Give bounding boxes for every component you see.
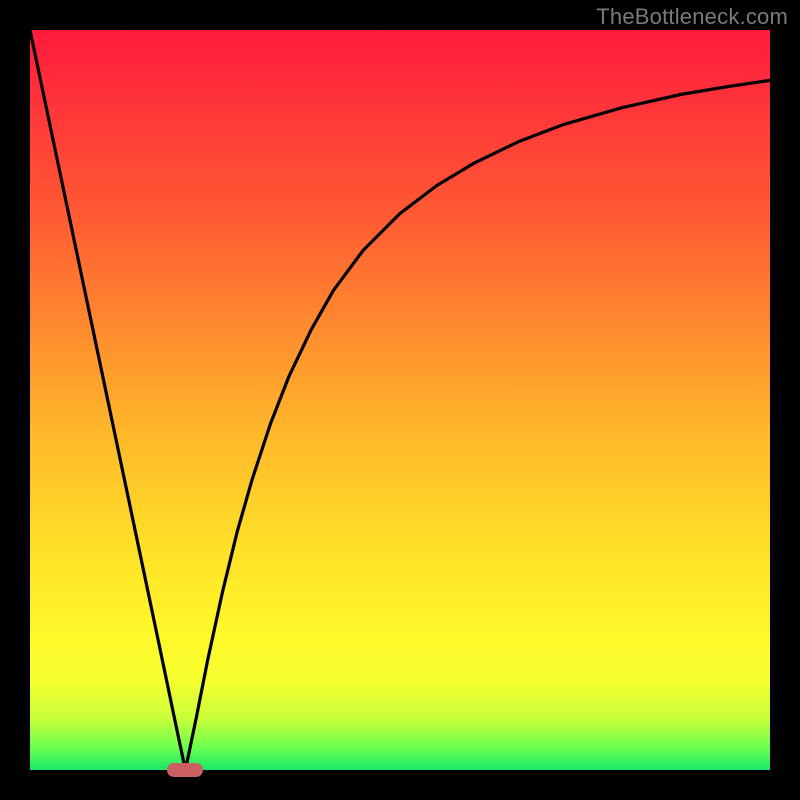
watermark-text: TheBottleneck.com xyxy=(596,4,788,30)
chart-svg xyxy=(30,30,770,770)
curve-left-branch xyxy=(30,30,185,770)
curve-right-branch xyxy=(185,80,770,770)
chart-frame: TheBottleneck.com xyxy=(0,0,800,800)
bottleneck-marker xyxy=(167,763,203,777)
